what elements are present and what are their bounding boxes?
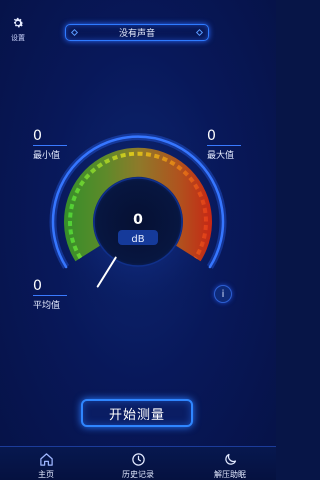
max-stat: 0 最大值: [207, 128, 241, 161]
info-button[interactable]: i: [214, 285, 232, 303]
gauge-unit: dB: [131, 234, 144, 245]
avg-underline: [33, 295, 67, 296]
app-screen: 设置 没有声音 0 dB 0 最小值 0 最大值 0 平均值 i 开始测量 主页…: [0, 0, 276, 480]
nav-item-sleep[interactable]: 解压助眠: [184, 447, 276, 480]
avg-stat: 0 平均值: [33, 278, 67, 311]
home-icon: [39, 453, 53, 466]
avg-value: 0: [33, 278, 42, 294]
max-label: 最大值: [207, 151, 235, 161]
nav-label-sleep: 解压助眠: [214, 470, 246, 479]
min-value: 0: [33, 128, 42, 144]
start-measure-button[interactable]: 开始测量: [81, 399, 193, 427]
moon-icon: [224, 453, 236, 465]
min-stat: 0 最小值: [33, 128, 67, 161]
start-measure-label: 开始测量: [108, 407, 165, 423]
nav-label-history: 历史记录: [122, 470, 154, 479]
info-icon: i: [221, 288, 225, 300]
nav-item-history[interactable]: 历史记录: [92, 447, 184, 480]
gauge-value: 0: [133, 212, 143, 228]
min-underline: [33, 145, 67, 146]
clock-icon: [131, 453, 145, 466]
nav-label-home: 主页: [38, 470, 54, 479]
max-value: 0: [207, 128, 216, 144]
max-underline: [207, 145, 241, 146]
avg-label: 平均值: [33, 301, 61, 311]
min-label: 最小值: [33, 151, 61, 161]
nav-item-home[interactable]: 主页: [0, 447, 92, 480]
bottom-nav: 主页 历史记录 解压助眠: [0, 446, 276, 480]
